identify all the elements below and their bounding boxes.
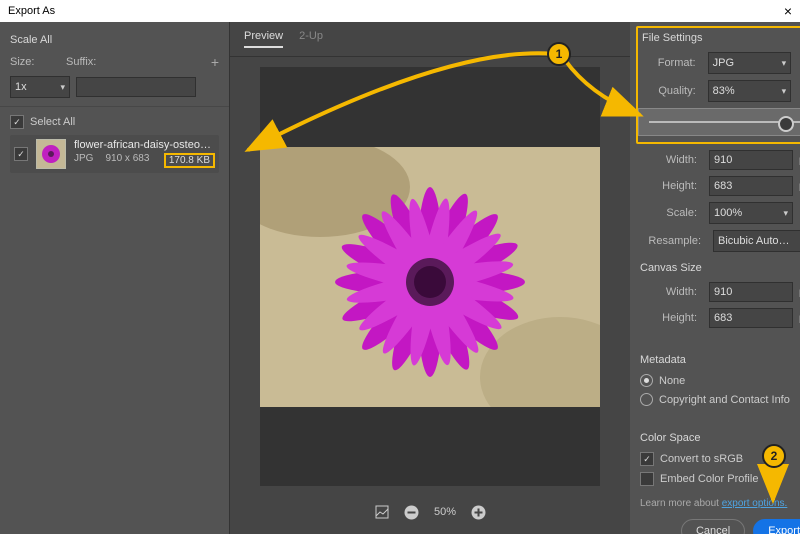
format-label: Format: [642, 57, 696, 69]
canvas-height-input[interactable] [709, 308, 793, 328]
asset-meta: flower-african-daisy-osteosper… JPG 910 … [74, 139, 215, 168]
suffix-label: Suffix: [66, 56, 96, 68]
asset-thumbnail [36, 139, 66, 169]
color-space-heading: Color Space [640, 432, 800, 444]
radio-icon[interactable] [640, 393, 653, 406]
dialog-buttons: Cancel Export [640, 509, 800, 534]
cancel-button[interactable]: Cancel [681, 519, 745, 534]
quality-label: Quality: [642, 85, 696, 97]
scale-all-heading: Scale All [10, 34, 219, 46]
close-icon[interactable]: × [784, 3, 792, 19]
resample-label: Resample: [647, 235, 701, 247]
metadata-heading: Metadata [640, 354, 800, 366]
left-panel: Scale All Size: Suffix: + 1x ✓ Select Al… [0, 22, 230, 534]
file-settings-heading: File Settings [642, 32, 800, 44]
tab-preview[interactable]: Preview [244, 30, 283, 48]
tab-2up[interactable]: 2-Up [299, 30, 323, 48]
preview-canvas[interactable] [260, 67, 600, 486]
radio-icon[interactable] [640, 374, 653, 387]
scale-label: Scale: [643, 207, 697, 219]
file-settings-group: File Settings Format: JPG Quality: 83% [636, 26, 800, 144]
asset-filesize: 170.8 KB [164, 153, 215, 168]
learn-more-text: Learn more about export options. [640, 498, 800, 509]
embed-checkbox[interactable] [640, 472, 654, 486]
window-title: Export As [8, 5, 55, 17]
asset-row[interactable]: ✓ flower-african-daisy-osteosper… JPG 91… [10, 135, 219, 173]
annotation-badge-2: 2 [762, 444, 786, 468]
size-label: Size: [10, 56, 60, 68]
fit-screen-icon[interactable] [374, 504, 390, 520]
resample-select[interactable]: Bicubic Auto… [713, 230, 800, 252]
zoom-out-icon[interactable] [404, 504, 420, 520]
annotation-badge-1: 1 [547, 42, 571, 66]
slider-thumb-icon[interactable] [778, 116, 794, 132]
height-input[interactable] [709, 176, 793, 196]
divider [0, 106, 229, 107]
select-all-checkbox[interactable]: ✓ [10, 115, 24, 129]
select-all-row[interactable]: ✓ Select All [10, 115, 219, 129]
titlebar: Export As × [0, 0, 800, 22]
width-label: Width: [643, 154, 697, 166]
zoom-in-icon[interactable] [470, 504, 486, 520]
srgb-checkbox[interactable]: ✓ [640, 452, 654, 466]
zoom-controls: 50% [230, 496, 630, 534]
canvas-width-input[interactable] [709, 282, 793, 302]
asset-filename: flower-african-daisy-osteosper… [74, 139, 215, 151]
select-all-label: Select All [30, 116, 75, 128]
quality-select[interactable]: 83% [708, 80, 791, 102]
asset-format: JPG [74, 153, 93, 168]
scale-labels-row: Size: Suffix: + [10, 54, 219, 70]
scale-inputs-row: 1x [10, 76, 219, 98]
height-label: Height: [643, 180, 697, 192]
format-select[interactable]: JPG [708, 52, 791, 74]
center-panel: Preview 2-Up [230, 22, 630, 534]
metadata-none-option[interactable]: None [640, 374, 800, 387]
zoom-level: 50% [434, 506, 456, 518]
suffix-input[interactable] [76, 77, 196, 97]
scale-select[interactable]: 100% [709, 202, 793, 224]
size-select[interactable]: 1x [10, 76, 70, 98]
asset-checkbox[interactable]: ✓ [14, 147, 28, 161]
asset-dims: 910 x 683 [105, 153, 149, 168]
quality-slider[interactable] [638, 108, 800, 136]
add-scale-icon[interactable]: + [211, 54, 219, 70]
dialog-body: Scale All Size: Suffix: + 1x ✓ Select Al… [0, 22, 800, 534]
metadata-copyright-option[interactable]: Copyright and Contact Info [640, 393, 800, 406]
embed-profile-option[interactable]: Embed Color Profile [640, 472, 800, 486]
preview-image [260, 147, 600, 407]
width-input[interactable] [709, 150, 793, 170]
canvas-size-heading: Canvas Size [640, 262, 800, 274]
export-options-link[interactable]: export options. [722, 498, 788, 509]
export-button[interactable]: Export [753, 519, 800, 534]
